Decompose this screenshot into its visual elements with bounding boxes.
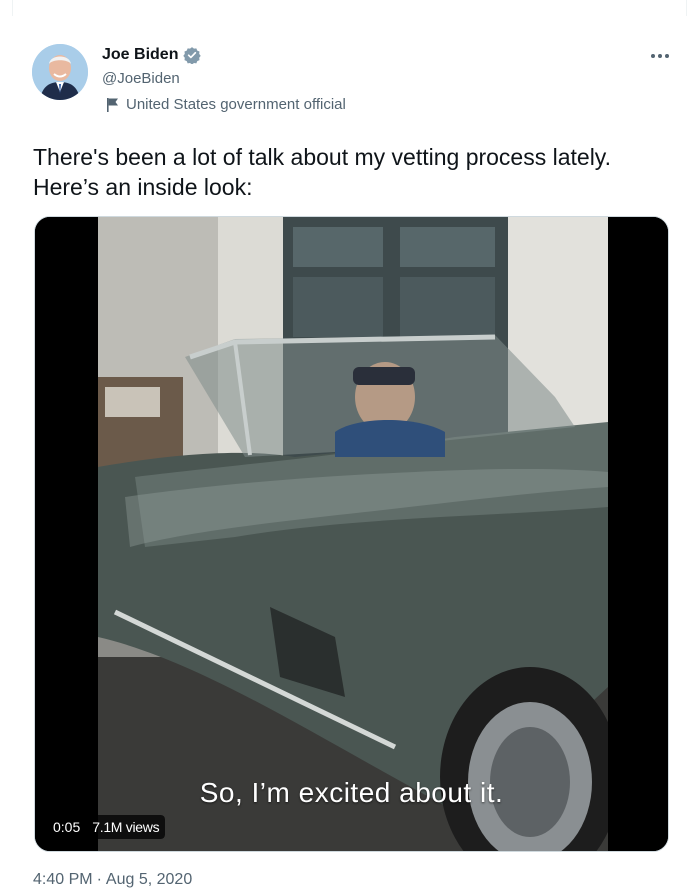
more-options-button[interactable] — [646, 46, 674, 66]
video-player[interactable]: So, I’m excited about it. 0:05 7.1M view… — [34, 216, 669, 852]
author-name-row[interactable]: Joe Biden — [102, 46, 202, 64]
video-frame — [35, 217, 668, 851]
video-elapsed-time: 0:05 — [53, 819, 81, 835]
video-badge: 0:05 7.1M views — [45, 815, 166, 839]
tweet-card-border — [12, 0, 687, 16]
flag-icon — [107, 97, 118, 112]
author-handle[interactable]: @JoeBiden — [102, 70, 180, 87]
avatar[interactable] — [32, 44, 88, 100]
tweet-date[interactable]: Aug 5, 2020 — [106, 871, 192, 889]
avatar-image — [32, 44, 88, 100]
video-view-count: 7.1M views — [86, 815, 166, 839]
tweet-text: There's been a lot of talk about my vett… — [33, 144, 611, 200]
video-caption: So, I’m excited about it. — [199, 777, 504, 808]
affiliation-label: United States government official — [106, 96, 346, 113]
timestamp-separator: · — [96, 871, 102, 888]
tweet-time[interactable]: 4:40 PM — [33, 871, 93, 889]
more-dots-icon — [651, 54, 669, 58]
verified-badge-icon — [183, 47, 202, 64]
affiliation-text: United States government official — [126, 96, 346, 113]
tweet-timestamp[interactable]: 4:40 PM · Aug 5, 2020 — [33, 871, 192, 889]
author-display-name[interactable]: Joe Biden — [102, 46, 178, 64]
